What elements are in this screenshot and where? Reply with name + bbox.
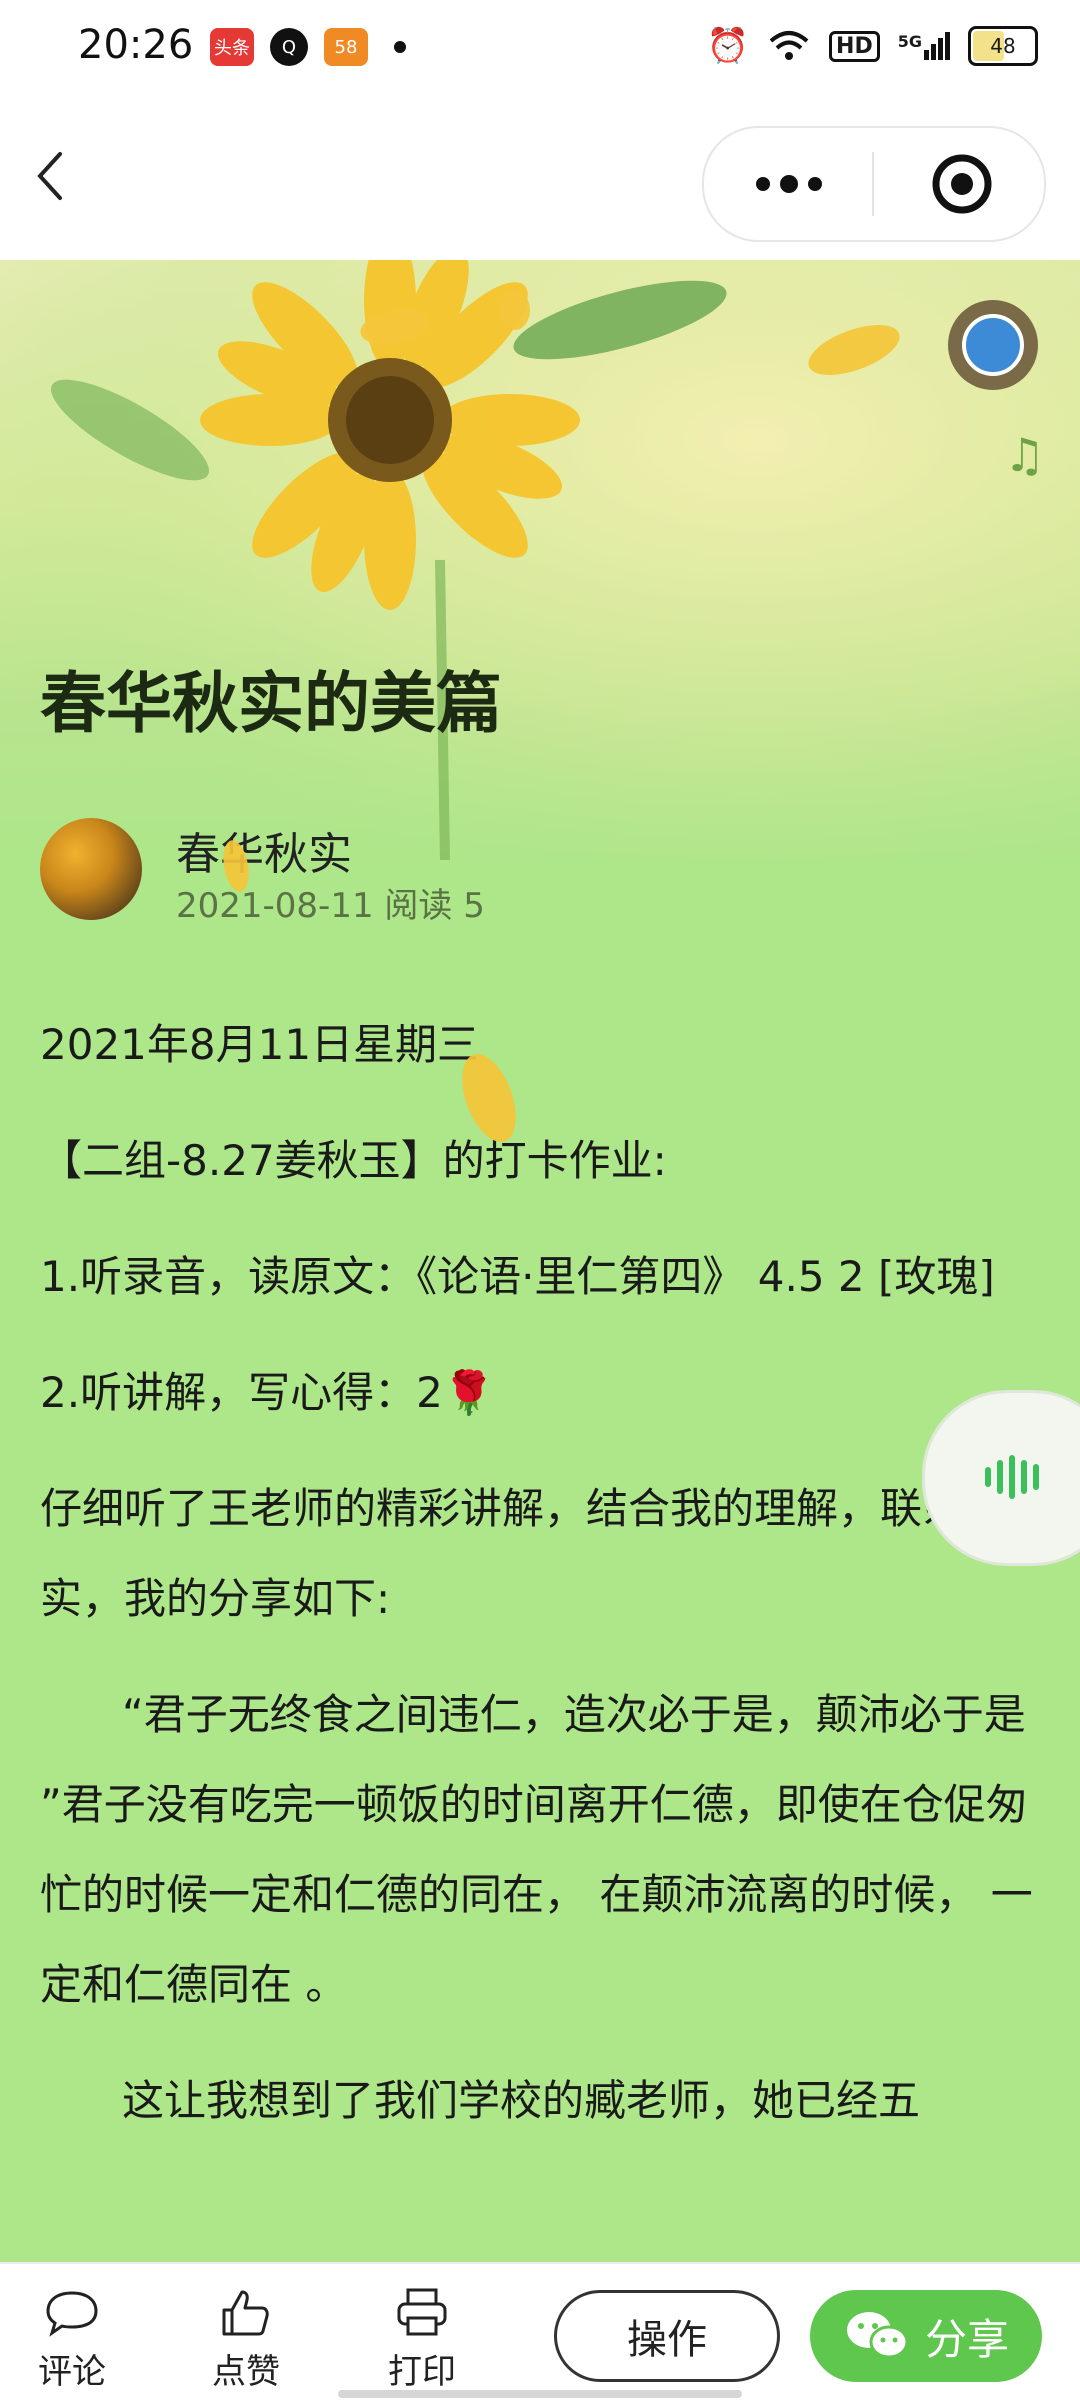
falling-petal xyxy=(500,290,530,330)
printer-icon xyxy=(397,2288,447,2336)
post-meta: 2021-08-11 阅读 5 xyxy=(176,886,485,926)
status-app-icons: 头条 Q 58 xyxy=(210,28,406,66)
chevron-left-icon[interactable] xyxy=(30,146,74,206)
bottom-toolbar: 评论 点赞 打印 操作 分享 xyxy=(0,2262,1080,2402)
comment-icon xyxy=(46,2291,98,2337)
signal-icon: 5G xyxy=(898,32,950,60)
article-paragraph: 这让我想到了我们学校的臧老师，她已经五 xyxy=(122,2076,921,2125)
thumbs-up-icon xyxy=(222,2290,269,2336)
alarm-icon: ⏰ xyxy=(706,26,750,66)
notification-dot-icon xyxy=(394,41,406,53)
home-indicator[interactable] xyxy=(338,2390,742,2398)
hd-badge: HD xyxy=(829,30,880,62)
sunflower-illustration xyxy=(0,260,1080,860)
article-paragraph: “君子无终食之间违仁，造次必于是，颠沛必于是 ”君子没有吃完一顿饭的时间离开仁德… xyxy=(40,1690,1033,2009)
share-button[interactable]: 分享 xyxy=(810,2290,1042,2382)
article-paragraph: 2021年8月11日星期三 xyxy=(40,1020,480,1069)
article-paragraph: 仔细听了王老师的精彩讲解，结合我的理解，联系现实，我的分享如下: xyxy=(40,1484,1007,1623)
battery-level: 48 xyxy=(990,34,1016,58)
target-icon[interactable] xyxy=(928,150,996,218)
more-dots-icon[interactable] xyxy=(744,164,834,204)
avatar[interactable] xyxy=(40,818,142,920)
app-58-icon: 58 xyxy=(324,28,368,66)
like-button[interactable]: 点赞 xyxy=(186,2286,306,2393)
article-body: 2021年8月11日星期三 【二组-8.27姜秋玉】的打卡作业: 1.听录音，读… xyxy=(40,1000,1050,2172)
like-label: 点赞 xyxy=(212,2352,280,2392)
wechat-icon xyxy=(846,2312,909,2359)
mini-program-capsule xyxy=(702,126,1046,242)
swirl-icon xyxy=(962,314,1024,376)
network-label: 5G xyxy=(897,32,922,51)
voice-read-button[interactable] xyxy=(922,1390,1080,1566)
print-button[interactable]: 打印 xyxy=(362,2286,482,2393)
capsule-divider xyxy=(872,152,874,216)
page-title: 春华秋实的美篇 xyxy=(40,665,502,742)
nav-bar xyxy=(0,98,1080,260)
status-bar: 20:26 头条 Q 58 ⏰ HD 5G 48 xyxy=(0,0,1080,98)
toutiao-icon: 头条 xyxy=(210,28,254,66)
article-paragraph: 【二组-8.27姜秋玉】的打卡作业: xyxy=(40,1136,667,1185)
audio-wave-icon xyxy=(985,1455,1039,1499)
wifi-icon xyxy=(769,31,809,60)
author-name[interactable]: 春华秋实 xyxy=(176,818,352,882)
floating-app-button[interactable] xyxy=(948,300,1038,390)
battery-icon: 48 xyxy=(968,26,1038,66)
status-time: 20:26 xyxy=(78,22,194,68)
search-q-icon: Q xyxy=(270,28,308,66)
comment-button[interactable]: 评论 xyxy=(12,2286,132,2393)
share-label: 分享 xyxy=(924,2314,1009,2364)
article-paragraph: 2.听讲解，写心得：2🌹 xyxy=(40,1368,496,1417)
operate-button[interactable]: 操作 xyxy=(554,2290,780,2382)
print-label: 打印 xyxy=(388,2352,456,2392)
author-row[interactable]: 春华秋实 2021-08-11 阅读 5 xyxy=(40,818,940,926)
comment-label: 评论 xyxy=(38,2352,106,2392)
article-paragraph: 1.听录音，读原文：《论语·里仁第四》 4.5 2 [玫瑰] xyxy=(40,1252,995,1301)
hero-image xyxy=(0,260,1080,860)
status-indicators: ⏰ HD 5G 48 xyxy=(707,26,1038,66)
music-note-icon[interactable]: ♫ xyxy=(1004,428,1045,482)
